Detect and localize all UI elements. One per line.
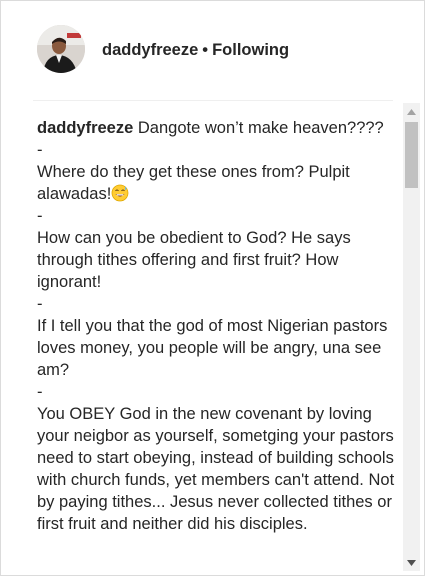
avatar[interactable] [37, 25, 85, 73]
header-user-info: daddyfreeze • Following [102, 41, 289, 60]
scrollbar-thumb[interactable] [405, 122, 418, 188]
header-separator: • [202, 41, 209, 59]
caption-separator: - [37, 207, 43, 225]
caption-line-1: daddyfreeze Dangote won’t make heaven???… [37, 117, 395, 139]
header-divider [33, 100, 393, 101]
caption-paragraph: You OBEY God in the new covenant by lovi… [37, 405, 395, 533]
scroll-down-arrow-icon[interactable] [403, 554, 420, 571]
scroll-up-arrow-icon[interactable] [403, 103, 420, 120]
post-panel: daddyfreeze • Following daddyfreeze Dangot… [0, 0, 425, 576]
caption-text: Dangote won’t make heaven???? [137, 119, 384, 137]
following-button[interactable]: Following [212, 41, 289, 59]
post-caption: daddyfreeze Dangote won’t make heaven???… [37, 117, 395, 535]
grinning-sweat-emoji-icon [111, 184, 129, 202]
caption-username[interactable]: daddyfreeze [37, 119, 133, 137]
caption-paragraph: Where do they get these ones from? Pulpi… [37, 161, 395, 205]
caption-paragraph: How can you be obedient to God? He says … [37, 229, 351, 291]
vertical-scrollbar[interactable] [403, 103, 420, 571]
caption-separator: - [37, 295, 43, 313]
caption-separator: - [37, 383, 43, 401]
caption-text: Where do they get these ones from? Pulpi… [37, 163, 350, 203]
post-header: daddyfreeze • Following [1, 1, 424, 100]
caption-separator: - [37, 141, 43, 159]
header-username[interactable]: daddyfreeze [102, 41, 198, 59]
caption-paragraph: If I tell you that the god of most Niger… [37, 317, 388, 379]
